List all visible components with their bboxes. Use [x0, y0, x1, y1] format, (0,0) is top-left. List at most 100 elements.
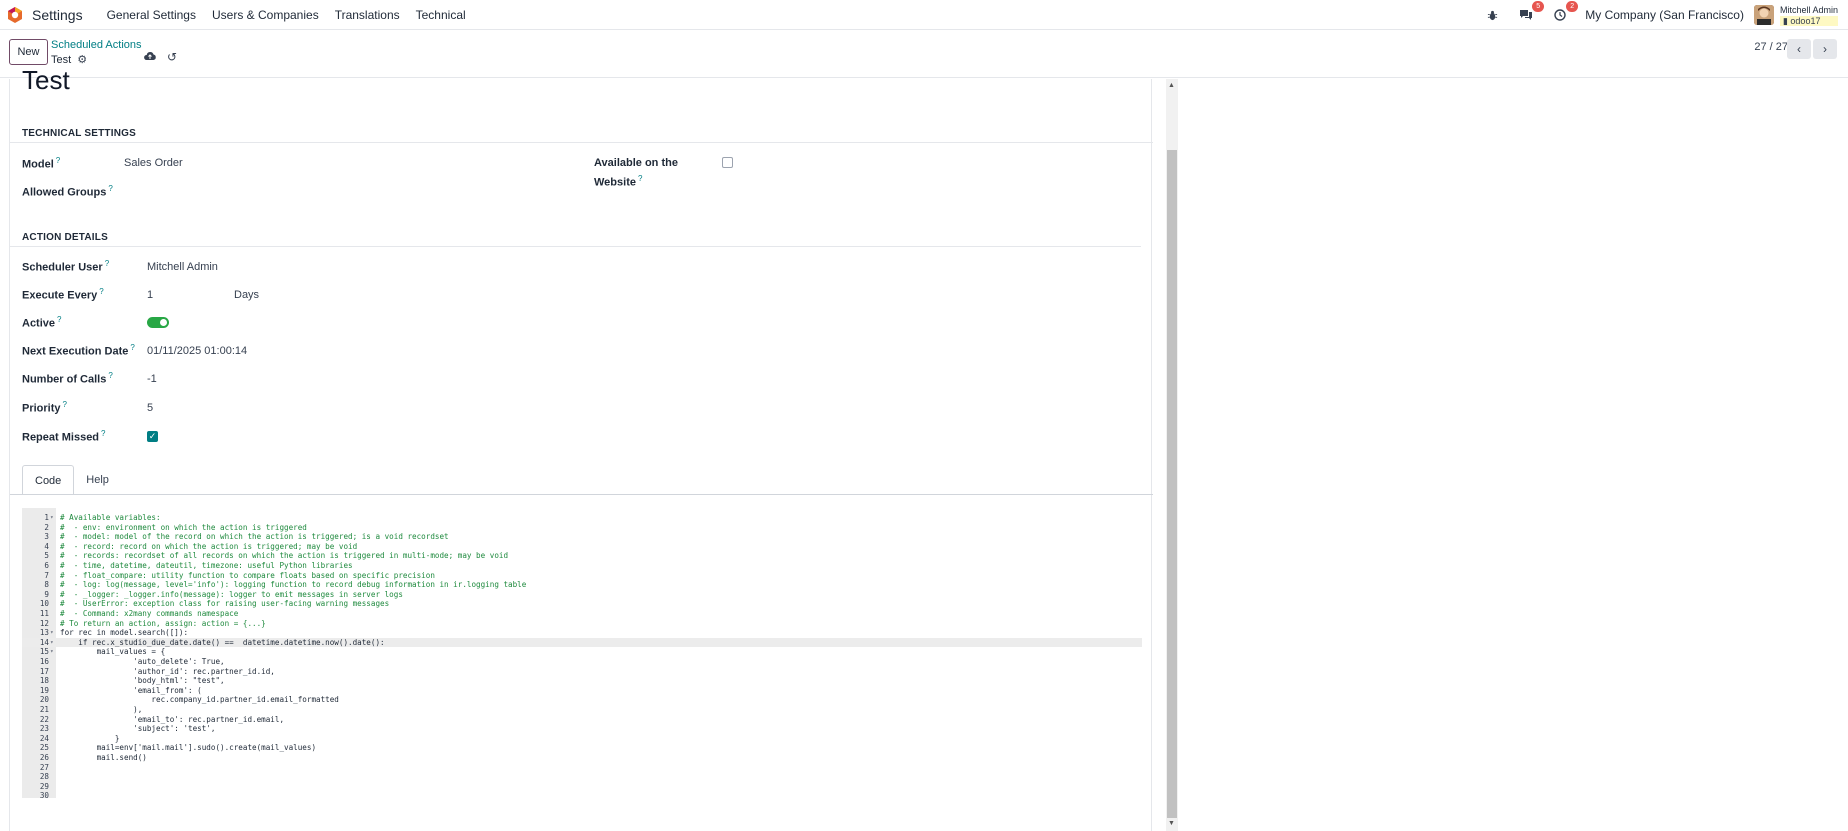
code-line[interactable]: 1 ▾ # Available variables: [22, 513, 1142, 523]
priority-field[interactable]: 5 [147, 402, 153, 414]
model-field[interactable]: Sales Order [124, 157, 183, 169]
main-menu: General Settings Users & Companies Trans… [99, 8, 474, 22]
code-line[interactable]: 26 mail.send() [22, 753, 1142, 763]
help-tooltip-icon[interactable]: ? [63, 400, 67, 409]
menu-translations[interactable]: Translations [327, 8, 408, 22]
code-line[interactable]: 10 # - UserError: exception class for rai… [22, 599, 1142, 609]
code-line[interactable]: 3 # - model: model of the record on which… [22, 532, 1142, 542]
code-line[interactable]: 25 mail=env['mail.mail'].sudo().create(m… [22, 743, 1142, 753]
code-line[interactable]: 21 ), [22, 705, 1142, 715]
code-line[interactable]: 19 'email_from': ( [22, 686, 1142, 696]
menu-technical[interactable]: Technical [408, 8, 474, 22]
breadcrumb-scheduled-actions[interactable]: Scheduled Actions [51, 39, 142, 51]
repeat-missed-checkbox[interactable]: ✓ [147, 431, 158, 442]
code-text: # - UserError: exception class for raisi… [60, 599, 390, 609]
line-number: 4 [44, 541, 49, 551]
code-line[interactable]: 27 [22, 763, 1142, 773]
fold-arrow-icon[interactable]: ▾ [50, 647, 54, 657]
code-line[interactable]: 6 # - time, datetime, dateutil, timezone:… [22, 561, 1142, 571]
code-line[interactable]: 17 'author_id': rec.partner_id.id, [22, 667, 1142, 677]
new-button[interactable]: New [9, 39, 48, 65]
code-line[interactable]: 7 # - float_compare: utility function to … [22, 571, 1142, 581]
code-line[interactable]: 9 # - _logger: _logger.info(message): log… [22, 590, 1142, 600]
help-tooltip-icon[interactable]: ? [638, 174, 642, 183]
pager-value[interactable]: 27 / 27 [1754, 41, 1788, 53]
pager-previous-button[interactable]: ‹ [1787, 39, 1811, 59]
code-line[interactable]: 8 # - log: log(message, level='info'): lo… [22, 580, 1142, 590]
code-line[interactable]: 16 'auto_delete': True, [22, 657, 1142, 667]
menu-general-settings[interactable]: General Settings [99, 8, 204, 22]
code-line[interactable]: 23 'subject': 'test', [22, 724, 1142, 734]
help-tooltip-icon[interactable]: ? [108, 184, 112, 193]
code-line[interactable]: 15 ▾ mail_values = { [22, 647, 1142, 657]
help-tooltip-icon[interactable]: ? [105, 259, 109, 268]
code-text: mail.send() [60, 753, 147, 762]
line-number: 6 [44, 561, 49, 570]
scroll-down-arrow-icon[interactable]: ▼ [1168, 820, 1175, 827]
help-tooltip-icon[interactable]: ? [56, 156, 60, 165]
help-tooltip-icon[interactable]: ? [101, 429, 105, 438]
scrollbar-thumb[interactable] [1167, 150, 1177, 818]
code-line[interactable]: 24 } [22, 734, 1142, 744]
gear-icon[interactable]: ⚙ [77, 53, 87, 66]
pager-next-button[interactable]: › [1813, 39, 1837, 59]
code-line[interactable]: 20 rec.company_id.partner_id.email_forma… [22, 695, 1142, 705]
user-avatar[interactable] [1753, 5, 1774, 25]
code-line[interactable]: 11 # - Command: x2many commands namespace [22, 609, 1142, 619]
help-tooltip-icon[interactable]: ? [130, 343, 134, 352]
user-name: Mitchell Admin [1779, 4, 1838, 15]
code-line[interactable]: 30 [22, 791, 1142, 801]
line-number: 3 [44, 532, 49, 542]
odoo-app-logo-icon[interactable] [6, 6, 24, 24]
execute-every-unit-select[interactable]: Days [234, 289, 259, 301]
code-line[interactable]: 18 'body_html': "test", [22, 676, 1142, 686]
execute-every-number-field[interactable]: 1 [147, 289, 153, 301]
line-number: 16 [39, 657, 49, 666]
menu-users-companies[interactable]: Users & Companies [204, 8, 327, 22]
help-tooltip-icon[interactable]: ? [99, 287, 103, 296]
code-line[interactable]: 12 # To return an action, assign: action … [22, 619, 1142, 629]
code-line[interactable]: 28 [22, 772, 1142, 782]
number-of-calls-field[interactable]: -1 [147, 373, 157, 385]
company-switcher[interactable]: My Company (San Francisco) [1585, 8, 1744, 22]
code-line[interactable]: 29 [22, 782, 1142, 792]
code-line[interactable]: 22 'email_to': rec.partner_id.email, [22, 715, 1142, 725]
discard-undo-icon[interactable]: ↺ [167, 50, 177, 64]
chat-badge: 5 [1532, 1, 1545, 12]
cloud-upload-save-icon[interactable] [144, 51, 156, 64]
python-code-editor[interactable]: 1 ▾ # Available variables: 2 # - env: enviro… [22, 508, 1142, 801]
scheduler-user-field[interactable]: Mitchell Admin [147, 261, 218, 273]
line-number: 7 [44, 570, 49, 580]
active-toggle[interactable] [147, 317, 169, 328]
code-line[interactable]: 4 # - record: record on which the action … [22, 542, 1142, 552]
fold-arrow-icon[interactable]: ▾ [50, 513, 54, 523]
priority-label: Priority? [22, 400, 67, 415]
record-title[interactable]: Test [22, 65, 70, 96]
next-execution-date-label: Next Execution Date? [22, 343, 135, 358]
app-name[interactable]: Settings [32, 7, 83, 23]
user-menu[interactable]: Mitchell Admin ▮ odoo17 [1779, 4, 1838, 26]
code-line[interactable]: 13 ▾ for rec in model.search([]): [22, 628, 1142, 638]
line-number: 26 [39, 753, 49, 762]
breadcrumb-current-label: Test [51, 53, 72, 66]
code-line[interactable]: 2 # - env: environment on which the actio… [22, 523, 1142, 533]
allowed-groups-label: Allowed Groups? [22, 184, 113, 199]
scroll-up-arrow-icon[interactable]: ▲ [1168, 82, 1175, 89]
tab-help[interactable]: Help [74, 465, 121, 495]
bug-icon[interactable] [1483, 6, 1501, 24]
repeat-missed-label-text: Repeat Missed [22, 431, 100, 444]
next-execution-date-field[interactable]: 01/11/2025 01:00:14 [147, 345, 247, 357]
fold-arrow-icon[interactable]: ▾ [50, 628, 54, 638]
chat-icon[interactable]: 5 [1517, 1, 1545, 24]
help-tooltip-icon[interactable]: ? [108, 371, 112, 380]
available-website-checkbox[interactable] [722, 157, 733, 168]
line-number: 27 [39, 762, 49, 772]
code-line[interactable]: 14 ▾ if rec.x_studio_due_date.date() == d… [22, 637, 1142, 648]
help-tooltip-icon[interactable]: ? [57, 315, 61, 324]
tab-code[interactable]: Code [22, 465, 75, 495]
activity-clock-icon[interactable]: 2 [1551, 1, 1579, 24]
allowed-groups-label-text: Allowed Groups [22, 186, 107, 199]
fold-arrow-icon[interactable]: ▾ [50, 638, 54, 648]
code-text: # - time, datetime, dateutil, timezone: … [60, 561, 353, 570]
code-line[interactable]: 5 # - records: recordset of all records o… [22, 551, 1142, 561]
